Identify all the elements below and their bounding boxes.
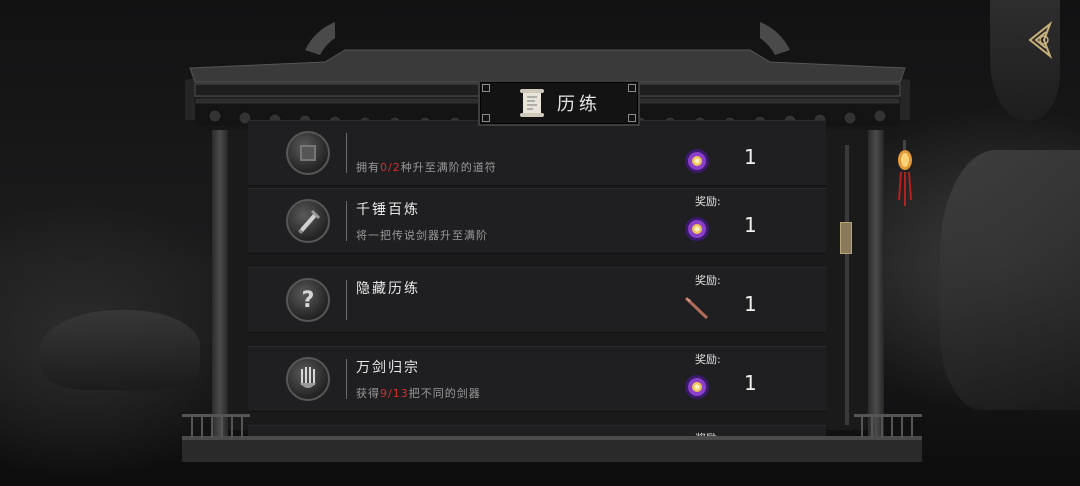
achievement-name: 万剑归宗 bbox=[356, 360, 420, 376]
reward-count: 1 bbox=[744, 213, 757, 237]
achievement-row[interactable]: 拥有0/2种升至满阶的道符 1 bbox=[248, 120, 826, 186]
spirit-orb-icon bbox=[683, 215, 711, 243]
achievement-row[interactable]: ? 隐藏历练 奖励: 1 bbox=[248, 267, 826, 333]
back-arrow-icon bbox=[1028, 20, 1053, 60]
rock-decoration bbox=[40, 310, 200, 390]
corner-ornament bbox=[628, 114, 636, 122]
divider bbox=[346, 359, 347, 399]
back-button[interactable] bbox=[1022, 20, 1062, 60]
lantern-icon bbox=[893, 140, 917, 210]
spirit-orb-icon bbox=[683, 373, 711, 401]
book-icon bbox=[286, 131, 330, 175]
reward-label: 奖励: bbox=[695, 353, 721, 366]
corner-ornament bbox=[482, 114, 490, 122]
cliff-decoration bbox=[940, 150, 1080, 410]
achievement-desc: 将一把传说剑器升至满阶 bbox=[356, 229, 488, 242]
scrollbar-track[interactable] bbox=[845, 145, 849, 425]
achievement-name: 千锤百炼 bbox=[356, 202, 420, 218]
scroll-icon bbox=[520, 89, 544, 117]
sword-fragment-icon bbox=[683, 294, 711, 322]
spirit-orb-icon bbox=[683, 147, 711, 175]
reward-count: 1 bbox=[744, 292, 757, 316]
divider bbox=[346, 280, 347, 320]
title-plaque: 历练 bbox=[478, 80, 640, 126]
achievement-row[interactable]: 万剑归宗 获得9/13把不同的剑器 奖励: 1 bbox=[248, 346, 826, 412]
reward-count: 1 bbox=[744, 145, 757, 169]
corner-ornament bbox=[482, 84, 490, 92]
scrollbar-thumb[interactable] bbox=[840, 222, 852, 254]
divider bbox=[346, 201, 347, 241]
sword-forge-icon bbox=[286, 199, 330, 243]
divider bbox=[346, 133, 347, 173]
reward-count: 1 bbox=[744, 371, 757, 395]
achievement-desc: 获得9/13把不同的剑器 bbox=[356, 387, 481, 400]
sword-hand-icon bbox=[286, 357, 330, 401]
achievement-name: 隐藏历练 bbox=[356, 281, 420, 297]
corner-ornament bbox=[628, 84, 636, 92]
page-title: 历练 bbox=[557, 94, 601, 115]
reward-label: 奖励: bbox=[695, 195, 721, 208]
question-icon: ? bbox=[286, 278, 330, 322]
bottom-railing bbox=[182, 410, 922, 462]
achievement-desc: 拥有0/2种升至满阶的道符 bbox=[356, 161, 497, 174]
reward-label: 奖励: bbox=[695, 274, 721, 287]
achievement-row[interactable]: 千锤百炼 将一把传说剑器升至满阶 奖励: 1 bbox=[248, 188, 826, 254]
